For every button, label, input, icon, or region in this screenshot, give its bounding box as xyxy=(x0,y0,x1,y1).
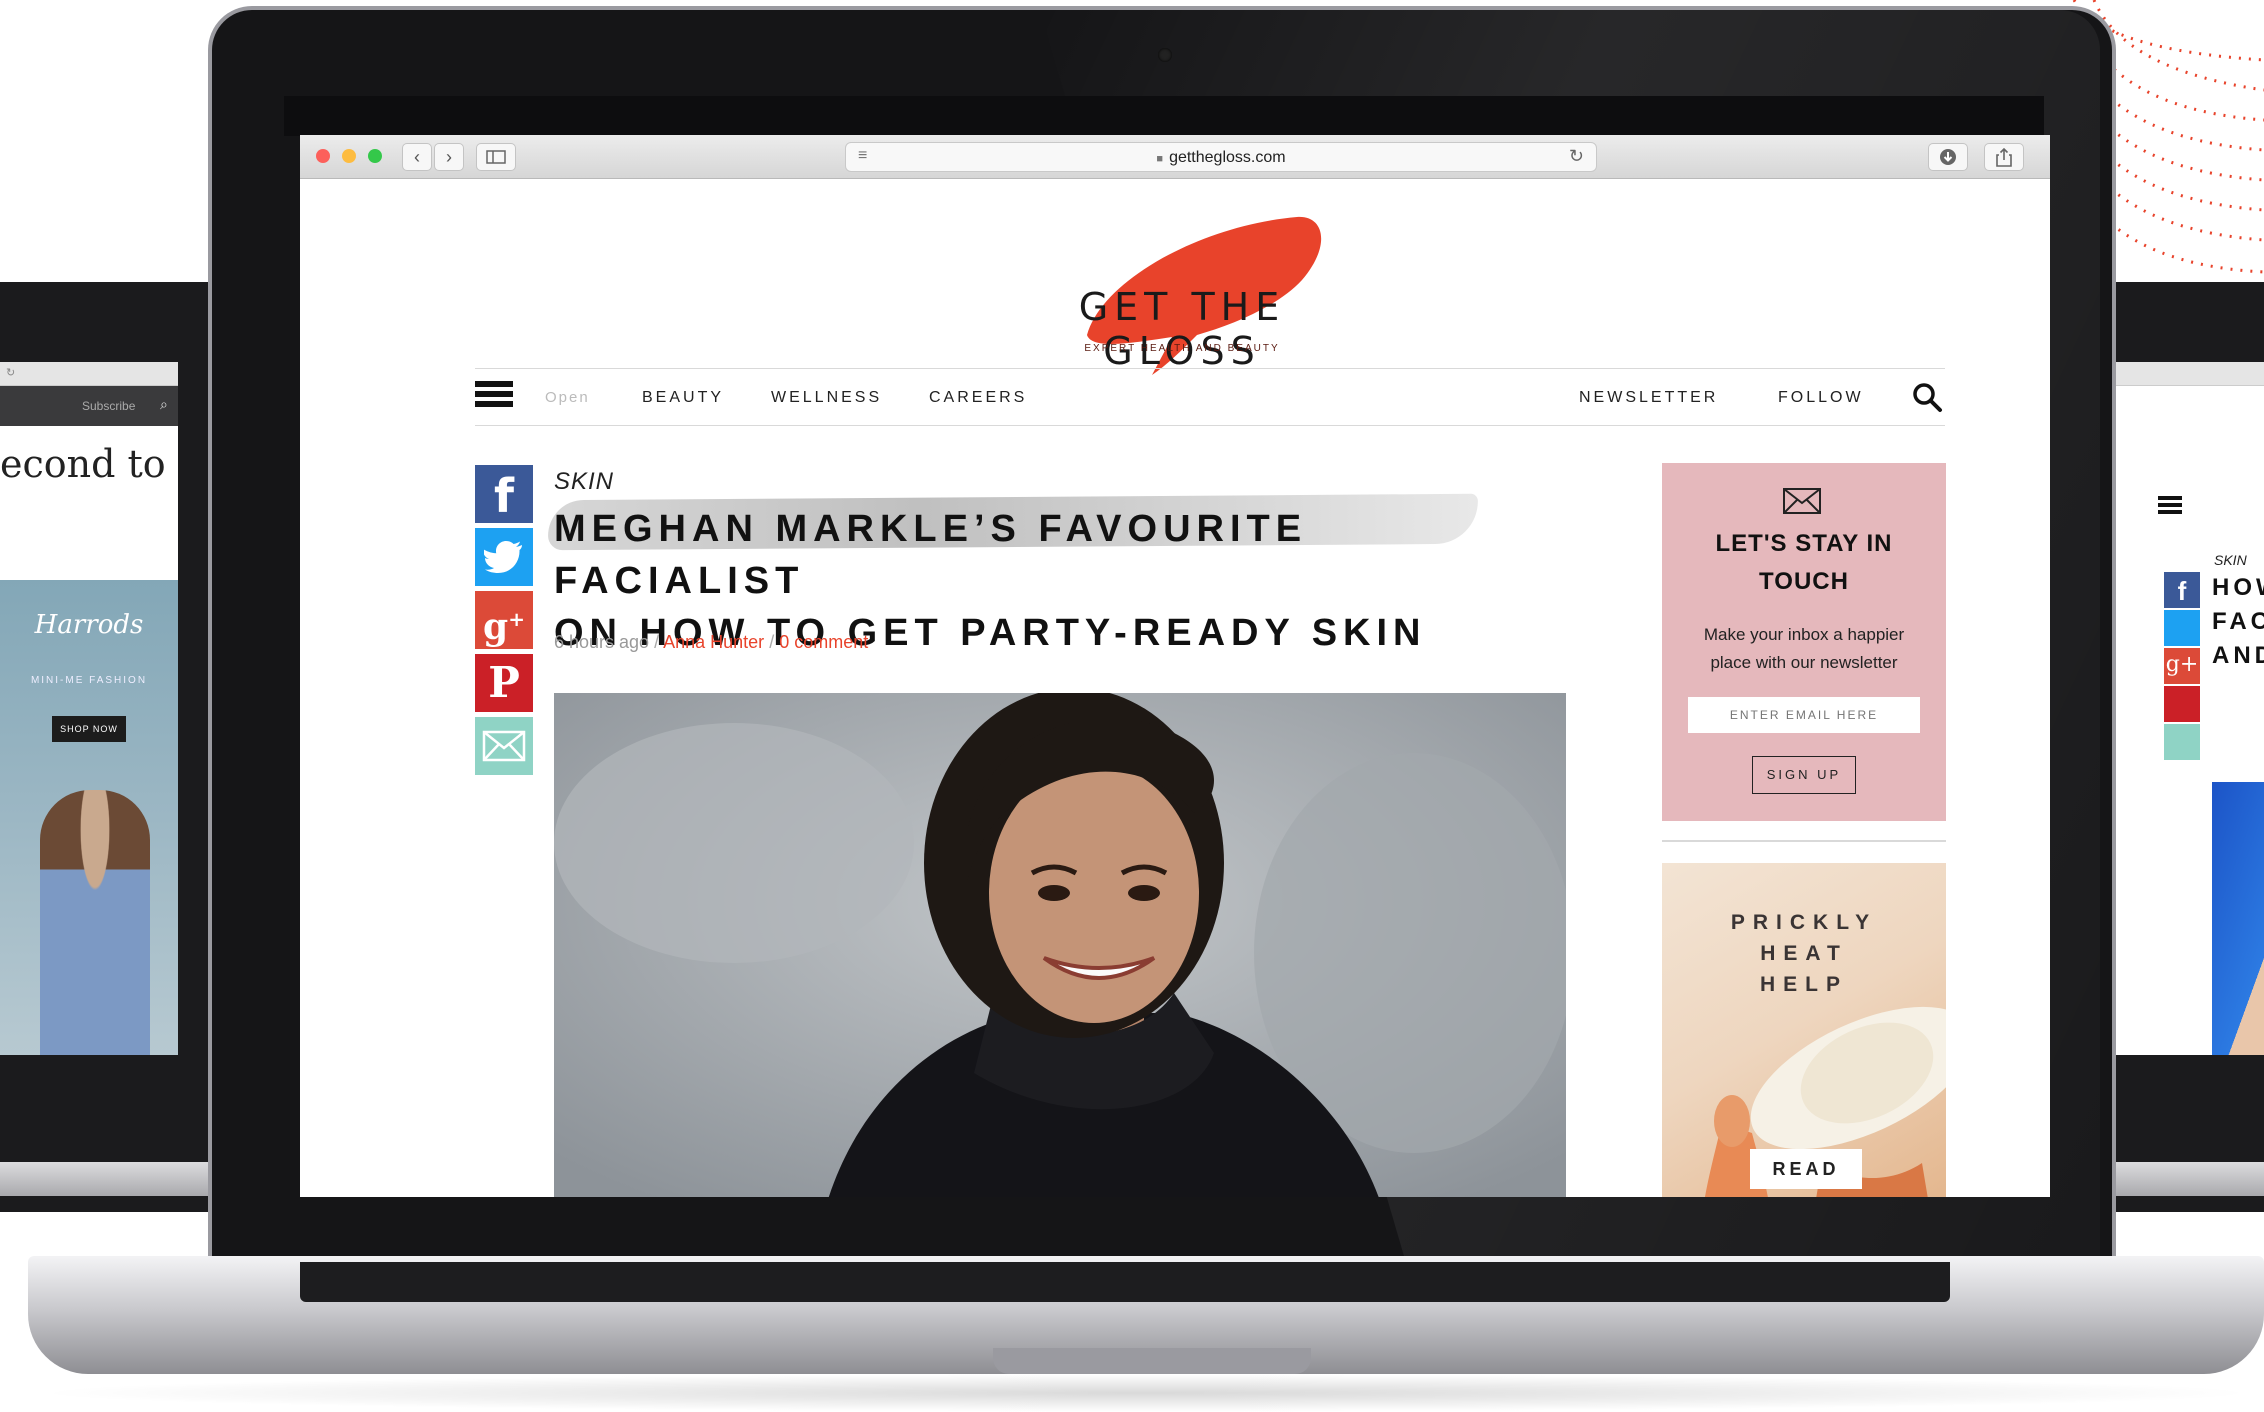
model-photo xyxy=(40,790,150,1055)
screen-bezel xyxy=(284,96,2044,136)
right-browser-bar xyxy=(2116,362,2264,386)
right-headline-1: HOW xyxy=(2212,574,2264,601)
sign-up-button[interactable]: SIGN UP xyxy=(1752,756,1856,794)
twitter-share-icon[interactable] xyxy=(475,528,533,586)
article-category[interactable]: SKIN xyxy=(554,468,614,496)
main-nav: Open BEAUTY WELLNESS CAREERS NEWSLETTER … xyxy=(475,368,1945,426)
logo-tagline: EXPERT HEALTH AND BEAUTY xyxy=(1084,343,1280,354)
meta-separator: / xyxy=(654,632,664,652)
nav-item-wellness[interactable]: WELLNESS xyxy=(771,389,882,407)
newsletter-text-line-1: Make your inbox a happier xyxy=(1703,625,1905,644)
pinterest-icon[interactable] xyxy=(2164,686,2200,722)
shop-now-button[interactable]: SHOP NOW xyxy=(52,716,126,742)
promo-title-line-2: HEAT xyxy=(1760,942,1848,965)
download-icon xyxy=(1940,149,1956,165)
pinterest-share-icon[interactable]: P xyxy=(475,654,533,712)
laptop-hinge xyxy=(300,1262,1950,1302)
article-time: 6 hours ago xyxy=(554,632,650,652)
left-laptop: ↻ Subscribe ⌕ econd to non Harrods MINI-… xyxy=(0,282,230,1212)
article-hero-image xyxy=(554,693,1566,1197)
twitter-icon[interactable] xyxy=(2164,610,2200,646)
envelope-icon xyxy=(1783,488,1821,514)
promo-title-line-1: PRICKLY xyxy=(1730,911,1878,934)
twitter-bird-icon xyxy=(482,541,522,573)
harrods-logo: Harrods xyxy=(34,610,144,640)
right-hamburger-icon[interactable] xyxy=(2158,496,2182,516)
newsletter-title-line-1: LET'S STAY IN xyxy=(1715,530,1893,557)
google-plus-icon[interactable]: g+ xyxy=(2164,648,2200,684)
laptop-notch xyxy=(993,1348,1311,1374)
search-icon[interactable] xyxy=(1911,381,1943,413)
newsletter-description: Make your inbox a happier place with our… xyxy=(1682,621,1926,677)
left-laptop-screen: ↻ Subscribe ⌕ econd to non Harrods MINI-… xyxy=(0,362,178,1055)
maximize-window-button[interactable] xyxy=(368,149,382,163)
downloads-button[interactable] xyxy=(1928,143,1968,171)
right-headline-3: AND xyxy=(2212,642,2264,669)
sidebar-toggle-button[interactable] xyxy=(476,143,516,171)
logo-title: GET THE GLOSS xyxy=(1078,285,1286,373)
browser-toolbar: ‹ › ≡ ■ getthegloss.com ↻ xyxy=(300,135,2050,179)
sidebar-icon xyxy=(486,150,506,164)
left-subscribe-label[interactable]: Subscribe xyxy=(82,399,135,413)
forward-button[interactable]: › xyxy=(434,143,464,171)
share-button[interactable] xyxy=(1984,143,2024,171)
meta-separator: / xyxy=(769,632,780,652)
article-author-link[interactable]: Anna Hunter xyxy=(663,632,764,652)
read-button[interactable]: READ xyxy=(1750,1149,1862,1189)
facebook-share-icon[interactable]: f xyxy=(475,465,533,523)
site-logo[interactable]: GET THE GLOSS EXPERT HEALTH AND BEAUTY xyxy=(1032,185,1332,375)
minimize-window-button[interactable] xyxy=(342,149,356,163)
lock-icon: ■ xyxy=(1156,153,1164,165)
article-comments-link[interactable]: 0 comment xyxy=(779,632,868,652)
nav-item-follow[interactable]: FOLLOW xyxy=(1778,389,1864,407)
right-headline-2: FACI xyxy=(2212,608,2264,635)
search-icon[interactable]: ⌕ xyxy=(160,396,168,413)
right-article-photo xyxy=(2212,782,2264,1055)
envelope-icon xyxy=(482,730,526,762)
promo-title: PRICKLY HEAT HELP xyxy=(1662,907,1946,1000)
left-browser-bar: ↻ xyxy=(0,362,178,386)
right-category: SKIN xyxy=(2214,552,2247,568)
back-button[interactable]: ‹ xyxy=(402,143,432,171)
harrods-ad[interactable]: Harrods MINI-ME FASHION SHOP NOW xyxy=(0,580,178,1055)
right-laptop: SKIN f g+ HOW FACI AND xyxy=(2106,282,2264,1212)
google-plus-share-icon[interactable]: g+ xyxy=(475,591,533,649)
newsletter-text-line-2: place with our newsletter xyxy=(1710,653,1898,672)
left-laptop-base xyxy=(0,1162,230,1196)
prickly-heat-promo[interactable]: PRICKLY HEAT HELP READ xyxy=(1662,863,1946,1197)
sidebar-divider xyxy=(1662,840,1946,842)
facebook-icon[interactable]: f xyxy=(2164,572,2200,608)
menu-open-label[interactable]: Open xyxy=(545,389,590,406)
menu-hamburger-icon[interactable] xyxy=(475,381,513,413)
newsletter-title: LET'S STAY IN TOUCH xyxy=(1662,525,1946,601)
promo-title-line-3: HELP xyxy=(1759,973,1848,996)
newsletter-title-line-2: TOUCH xyxy=(1759,568,1849,595)
share-icon xyxy=(1996,147,2012,167)
left-headline: econd to non xyxy=(0,442,178,486)
nav-item-careers[interactable]: CAREERS xyxy=(929,389,1027,407)
email-share-icon[interactable] xyxy=(475,717,533,775)
address-bar[interactable]: ≡ ■ getthegloss.com ↻ xyxy=(845,142,1597,172)
reload-icon: ↻ xyxy=(6,367,16,379)
mail-icon[interactable] xyxy=(2164,724,2200,760)
camera-icon xyxy=(1158,48,1172,62)
left-site-header: Subscribe ⌕ xyxy=(0,386,178,426)
newsletter-signup: LET'S STAY IN TOUCH Make your inbox a ha… xyxy=(1662,463,1946,821)
email-input[interactable] xyxy=(1688,697,1920,733)
headline-line-1: MEGHAN MARKLE’S FAVOURITE FACIALIST xyxy=(554,508,1308,602)
reload-icon[interactable]: ↻ xyxy=(1569,146,1584,167)
nav-item-newsletter[interactable]: NEWSLETTER xyxy=(1579,389,1718,407)
laptop-shadow xyxy=(28,1374,2264,1412)
right-laptop-base xyxy=(2106,1162,2264,1196)
nav-item-beauty[interactable]: BEAUTY xyxy=(642,389,724,407)
portrait-illustration xyxy=(554,693,1566,1197)
article-meta: 6 hours ago / Anna Hunter / 0 comment xyxy=(554,632,868,653)
close-window-button[interactable] xyxy=(316,149,330,163)
harrods-promo: MINI-ME FASHION xyxy=(30,675,148,686)
browser-window: ‹ › ≡ ■ getthegloss.com ↻ GET THE GLOSS E… xyxy=(300,135,2050,1197)
url-text: getthegloss.com xyxy=(1169,149,1286,166)
right-laptop-screen: SKIN f g+ HOW FACI AND xyxy=(2116,362,2264,1055)
